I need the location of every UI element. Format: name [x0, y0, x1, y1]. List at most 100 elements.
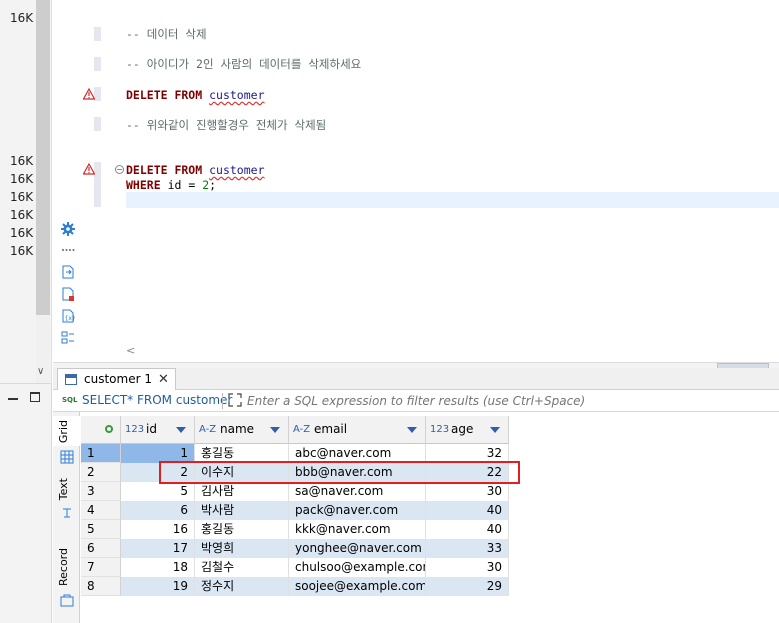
cell-name[interactable]: 박사람	[195, 501, 289, 520]
column-header-email[interactable]: A-Z email	[289, 416, 426, 444]
tab-customer-1[interactable]: customer 1 ✕	[57, 368, 176, 390]
chevron-down-icon[interactable]: ∨	[37, 366, 44, 377]
line-marker	[94, 27, 101, 41]
cell-age[interactable]: 40	[426, 501, 509, 520]
tab-record[interactable]: Record	[53, 546, 80, 592]
sort-arrow-icon[interactable]	[490, 427, 500, 433]
row-number[interactable]: 3	[81, 482, 121, 501]
comment-text: -- 아이디가 2인 사람의 데이터를 삭제하세요	[126, 57, 362, 71]
cell-email[interactable]: soojee@example.com	[289, 577, 426, 596]
row-number[interactable]: 6	[81, 539, 121, 558]
sql-table-name: customer	[209, 88, 265, 102]
cell-email[interactable]: pack@naver.com	[289, 501, 426, 520]
tab-grid[interactable]: Grid	[53, 416, 80, 446]
row-number[interactable]: 8	[81, 577, 121, 596]
cell-age[interactable]: 33	[426, 539, 509, 558]
variables-icon[interactable]: {x}	[61, 309, 75, 323]
table-row[interactable]: 3 5 김사람 sa@naver.com 30	[81, 482, 509, 501]
svg-text:{x}: {x}	[65, 315, 76, 322]
gear-icon[interactable]	[61, 222, 75, 236]
code-line[interactable]: DELETE FROM customer	[126, 87, 265, 103]
comment-text: -- 위와같이 진행할경우 전체가 삭제됨	[126, 118, 327, 132]
expand-icon[interactable]	[228, 393, 242, 407]
code-line[interactable]: -- 위와같이 진행할경우 전체가 삭제됨	[126, 117, 326, 133]
row-number[interactable]: 1	[81, 444, 121, 463]
fold-collapse-icon[interactable]: −	[115, 165, 124, 174]
warning-icon[interactable]	[83, 88, 95, 100]
cell-name[interactable]: 정수지	[195, 577, 289, 596]
results-panel: customer 1 ✕ SQL SELECT* FROM customer Gr…	[53, 368, 779, 623]
sql-terminator: ;	[209, 178, 217, 192]
cell-name[interactable]: 박영희	[195, 539, 289, 558]
tab-label: Record	[57, 548, 70, 587]
text-view-icon[interactable]	[60, 506, 74, 520]
cell-id[interactable]: 17	[121, 539, 195, 558]
comment-text: -- 데이터 삭제	[126, 27, 207, 41]
close-icon[interactable]: ✕	[158, 369, 169, 390]
cell-id[interactable]: 5	[121, 482, 195, 501]
row-number[interactable]: 2	[81, 463, 121, 482]
cell-email[interactable]: chulsoo@example.com	[289, 558, 426, 577]
code-line[interactable]: DELETE FROM customer	[126, 162, 265, 178]
editor-toolbar: {x}	[53, 0, 81, 362]
cell-name[interactable]: 김사람	[195, 482, 289, 501]
record-icon[interactable]	[60, 594, 74, 608]
cell-id[interactable]: 18	[121, 558, 195, 577]
cell-id[interactable]: 6	[121, 501, 195, 520]
query-text[interactable]: SELECT* FROM customer	[82, 393, 232, 407]
cell-age[interactable]: 30	[426, 482, 509, 501]
column-header-id[interactable]: 123 id	[121, 416, 195, 444]
code-line[interactable]: -- 데이터 삭제	[126, 26, 207, 42]
table-row[interactable]: 5 16 홍길동 kkk@naver.com 40	[81, 520, 509, 539]
document-error-icon[interactable]	[61, 287, 75, 301]
cell-id[interactable]: 19	[121, 577, 195, 596]
chevron-left-icon[interactable]: <	[126, 344, 135, 357]
tab-label: Grid	[57, 420, 70, 444]
filter-input[interactable]	[247, 391, 767, 410]
editor-horizontal-scrollbar[interactable]: <	[126, 344, 779, 357]
column-header-age[interactable]: 123 age	[426, 416, 509, 444]
cell-name[interactable]: 김철수	[195, 558, 289, 577]
cell-age[interactable]: 30	[426, 558, 509, 577]
outline-icon[interactable]	[61, 331, 75, 345]
more-icon[interactable]	[61, 243, 75, 257]
table-row[interactable]: 7 18 김철수 chulsoo@example.com 30	[81, 558, 509, 577]
cell-email[interactable]: sa@naver.com	[289, 482, 426, 501]
tab-text[interactable]: Text	[53, 474, 80, 504]
sort-arrow-icon[interactable]	[270, 427, 280, 433]
column-header-name[interactable]: A-Z name	[195, 416, 289, 444]
cell-id[interactable]: 16	[121, 520, 195, 539]
grid-icon[interactable]	[60, 450, 74, 464]
sql-keyword: DELETE FROM	[126, 163, 203, 177]
table-row[interactable]: 8 19 정수지 soojee@example.com 29	[81, 577, 509, 596]
navigator-panel: 16K 16K 16K 16K 16K 16K 16K ∨	[0, 0, 52, 383]
code-line[interactable]: WHERE id = 2;	[126, 177, 216, 193]
execute-script-icon[interactable]	[61, 265, 75, 279]
cell-email[interactable]: kkk@naver.com	[289, 520, 426, 539]
sql-editor[interactable]: {x} − -- 데이터 삭제 -- 아이디가 2인 사람의 데이터를 삭제하세…	[53, 0, 779, 362]
maximize-icon[interactable]	[30, 392, 40, 402]
cell-email[interactable]: yonghee@naver.com	[289, 539, 426, 558]
warning-icon[interactable]	[83, 163, 95, 175]
line-marker	[94, 87, 101, 101]
table-row[interactable]: 6 17 박영희 yonghee@naver.com 33	[81, 539, 509, 558]
column-name: name	[220, 422, 255, 436]
sort-arrow-icon[interactable]	[407, 427, 417, 433]
cell-age[interactable]: 29	[426, 577, 509, 596]
size-label: 16K	[10, 154, 34, 168]
sort-arrow-icon[interactable]	[176, 427, 186, 433]
row-number[interactable]: 4	[81, 501, 121, 520]
code-line[interactable]: -- 아이디가 2인 사람의 데이터를 삭제하세요	[126, 56, 361, 72]
minimize-icon[interactable]	[8, 398, 18, 400]
row-number[interactable]: 5	[81, 520, 121, 539]
grid-corner[interactable]	[81, 416, 121, 444]
cell-age[interactable]: 40	[426, 520, 509, 539]
view-mode-tabs: Grid Text Record	[53, 412, 80, 623]
cell-name[interactable]: 홍길동	[195, 520, 289, 539]
text-type-icon: A-Z	[199, 424, 217, 435]
select-all-icon[interactable]	[105, 425, 113, 433]
row-number[interactable]: 7	[81, 558, 121, 577]
results-grid[interactable]: 123 id A-Z name A-Z email 123 age 1 1 홍길동 a…	[81, 416, 779, 623]
table-row[interactable]: 4 6 박사람 pack@naver.com 40	[81, 501, 509, 520]
navigator-scroll-thumb[interactable]	[36, 0, 50, 315]
